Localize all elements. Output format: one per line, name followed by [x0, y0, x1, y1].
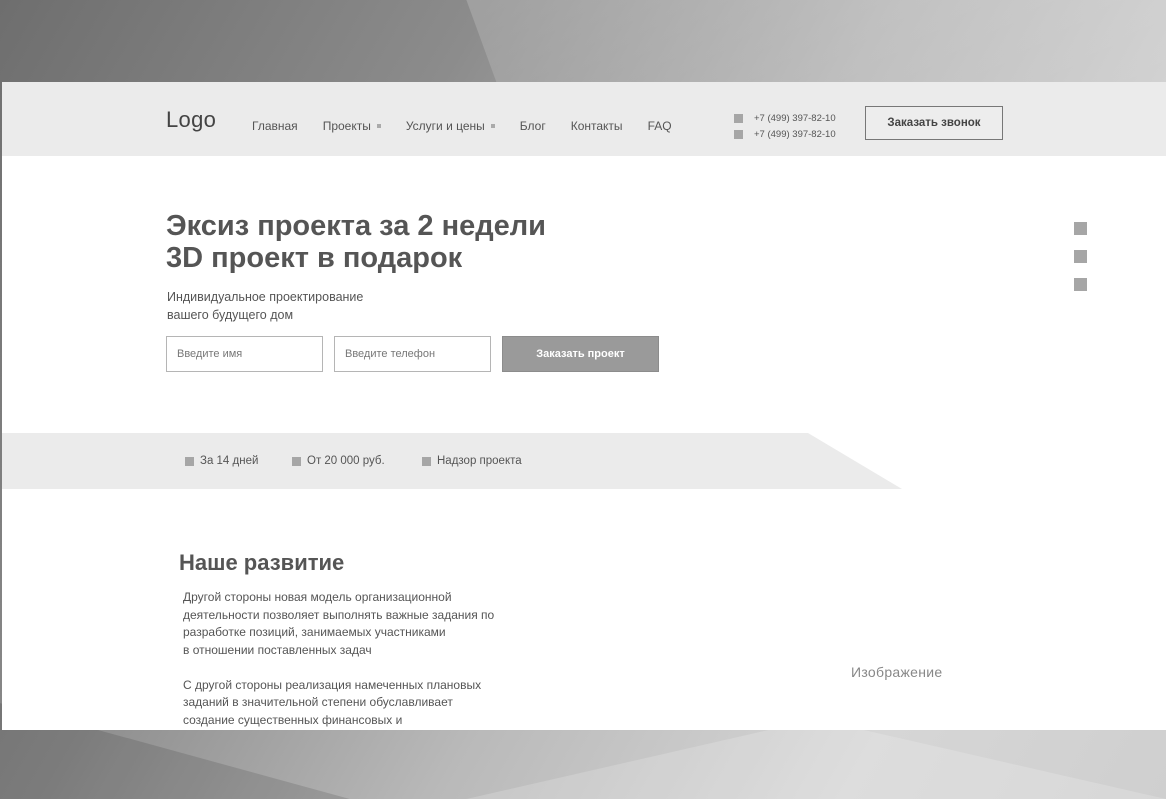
nav-item-label: Проекты — [322, 119, 371, 133]
paragraph: Другой стороны новая модель организацион… — [183, 589, 563, 659]
nav-item-contacts[interactable]: Контакты — [571, 119, 623, 133]
slider-dot[interactable] — [1074, 222, 1087, 235]
section-text: Другой стороны новая модель организацион… — [183, 589, 563, 730]
slider-pagination — [1074, 222, 1087, 306]
section-title: Наше развитие — [179, 550, 345, 575]
nav-item-faq[interactable]: FAQ — [648, 119, 672, 133]
nav-item-label: Блог — [519, 119, 546, 133]
hero-title: Эксиз проекта за 2 недели 3D проект в по… — [166, 210, 546, 274]
nav-item-label: Главная — [252, 119, 298, 133]
phone-icon — [734, 114, 743, 123]
request-call-button[interactable]: Заказать звонок — [865, 106, 1003, 140]
bullet-icon — [292, 456, 301, 466]
slider-dot[interactable] — [1074, 250, 1087, 263]
phone-item[interactable]: +7 (499) 397-82-10 — [734, 111, 836, 126]
text-line: в отношении поставленных задач — [183, 642, 372, 657]
logo[interactable]: Logo — [166, 107, 216, 133]
feature-label: За 14 дней — [200, 455, 259, 467]
phone-icon — [734, 130, 743, 139]
feature-label: Надзор проекта — [437, 455, 522, 467]
nav-item-projects[interactable]: Проекты — [323, 119, 381, 133]
text-line: заданий в значительной степени обуславли… — [183, 695, 453, 709]
phone-list: +7 (499) 397-82-10 +7 (499) 397-82-10 — [734, 111, 836, 143]
features-strip: За 14 дней От 20 000 руб. Надзор проекта — [2, 433, 902, 489]
phone-number: +7 (499) 397-82-10 — [754, 129, 836, 140]
hero-subtitle-line: Индивидуальное проектирование — [167, 290, 364, 304]
order-project-button[interactable]: Заказать проект — [502, 336, 659, 372]
nav-item-label: Контакты — [570, 119, 623, 133]
site-header: Logo Главная Проекты Услуги и цены Блог … — [2, 82, 1166, 156]
text-line: С другой стороны реализация намеченных п… — [183, 677, 482, 692]
nav-item-label: FAQ — [647, 119, 672, 133]
bullet-icon — [185, 456, 194, 466]
feature-item: От 20 000 руб. — [292, 455, 385, 467]
main-nav: Главная Проекты Услуги и цены Блог Конта… — [252, 119, 697, 133]
feature-item: Надзор проекта — [422, 455, 522, 467]
phone-number: +7 (499) 397-82-10 — [754, 113, 836, 124]
bullet-icon — [422, 456, 431, 466]
hero-title-line: Эксиз проекта за 2 недели — [166, 210, 547, 242]
hero-title-line: 3D проект в подарок — [166, 242, 463, 274]
feature-label: От 20 000 руб. — [307, 455, 385, 467]
image-placeholder: Изображение — [851, 664, 943, 680]
phone-item[interactable]: +7 (499) 397-82-10 — [734, 127, 836, 142]
hero-subtitle-line: вашего будущего дом — [167, 308, 294, 322]
dropdown-icon — [490, 124, 495, 128]
phone-input[interactable] — [334, 336, 491, 372]
slider-dot[interactable] — [1074, 278, 1087, 291]
text-line: Другой стороны новая модель организацион… — [183, 590, 452, 604]
text-line: разработке позиций, занимаемых участника… — [183, 625, 446, 639]
landing-page: Logo Главная Проекты Услуги и цены Блог … — [2, 82, 1166, 730]
nav-item-home[interactable]: Главная — [252, 119, 298, 133]
nav-item-blog[interactable]: Блог — [520, 119, 546, 133]
nav-item-label: Услуги и цены — [405, 119, 485, 133]
dropdown-icon — [376, 124, 381, 128]
text-line: создание существенных финансовых и — [183, 712, 403, 727]
paragraph: С другой стороны реализация намеченных п… — [183, 677, 563, 730]
nav-item-services[interactable]: Услуги и цены — [406, 119, 495, 133]
text-line: деятельности позволяет выполнять важные … — [183, 607, 495, 622]
name-input[interactable] — [166, 336, 323, 372]
hero-subtitle: Индивидуальное проектирование вашего буд… — [167, 288, 363, 324]
feature-item: За 14 дней — [185, 455, 258, 467]
